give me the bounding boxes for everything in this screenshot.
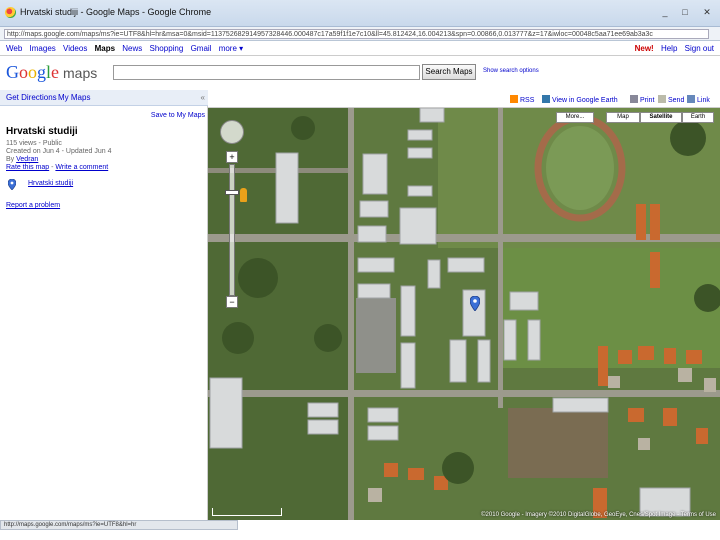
tab-my-maps[interactable]: My Maps	[58, 93, 90, 102]
google-maps-logo[interactable]: Google maps	[6, 62, 97, 83]
new-badge[interactable]: New!	[635, 44, 654, 53]
map-type-map-button[interactable]: Map	[606, 112, 640, 123]
status-bar: http://maps.google.com/maps/ms?ie=UTF8&h…	[0, 520, 238, 530]
map-type-earth-button[interactable]: Earth	[682, 112, 714, 123]
maps-favicon-icon	[5, 7, 16, 18]
sign-out-link[interactable]: Sign out	[685, 44, 714, 53]
search-input[interactable]	[113, 65, 420, 80]
collapse-panel-icon[interactable]: «	[201, 93, 205, 102]
view-count: 115 views - Public	[6, 140, 62, 147]
printer-icon	[630, 95, 638, 103]
chain-link-icon	[687, 95, 695, 103]
gbar-link-web[interactable]: Web	[6, 44, 22, 53]
maps-header: Google maps Search Maps Show search optio…	[0, 56, 720, 90]
rate-comment-line: Rate this map - Write a comment	[6, 164, 108, 171]
map-copyright[interactable]: ©2010 Google - Imagery ©2010 DigitalGlob…	[481, 512, 716, 518]
map-type-satellite-button[interactable]: Satellite	[640, 112, 682, 123]
earth-icon	[542, 95, 550, 103]
rss-label: RSS	[520, 97, 535, 104]
pegman-icon[interactable]	[240, 188, 247, 202]
satellite-imagery	[208, 108, 720, 520]
gbar-right: New! Help Sign out	[630, 44, 714, 53]
zoom-in-button[interactable]: +	[226, 151, 238, 163]
google-bar: Web Images Videos Maps News Shopping Gma…	[0, 42, 720, 56]
author-line: By Vedran	[6, 156, 38, 163]
search-maps-button[interactable]: Search Maps	[422, 64, 476, 80]
place-link[interactable]: Hrvatski studiji	[28, 180, 73, 187]
view-in-earth-link[interactable]: View in Google Earth	[542, 95, 618, 104]
author-prefix: By	[6, 156, 15, 163]
print-label: Print	[640, 97, 655, 104]
logo-suffix: maps	[63, 65, 98, 81]
window-title: Hrvatski studiji - Google Maps - Google …	[20, 7, 212, 17]
gbar-link-shopping[interactable]: Shopping	[150, 44, 184, 53]
write-comment-link[interactable]: Write a comment	[55, 164, 108, 171]
left-panel: Get Directions My Maps « Save to My Maps…	[0, 90, 208, 520]
map-type-more-button[interactable]: More...	[556, 112, 594, 123]
map-marker-icon[interactable]	[470, 296, 480, 311]
zoom-slider[interactable]	[229, 164, 235, 296]
maximize-button[interactable]: □	[678, 6, 692, 18]
close-button[interactable]: ✕	[700, 6, 714, 18]
send-link[interactable]: Send	[658, 95, 684, 104]
author-link[interactable]: Vedran	[16, 156, 38, 163]
gbar-link-maps[interactable]: Maps	[95, 44, 115, 53]
send-label: Send	[668, 97, 685, 104]
map-toolbar: RSS View in Google Earth Print Send Link	[208, 90, 720, 108]
tab-get-directions[interactable]: Get Directions	[6, 93, 57, 102]
rss-link[interactable]: RSS	[510, 95, 534, 104]
created-date: Created on Jun 4 - Updated Jun 4	[6, 148, 112, 155]
gbar-link-more[interactable]: more ▾	[219, 44, 243, 53]
gbar-link-videos[interactable]: Videos	[63, 44, 87, 53]
browser-title-bar: Hrvatski studiji - Google Maps - Google …	[0, 0, 720, 27]
gbar-link-gmail[interactable]: Gmail	[191, 44, 212, 53]
panel-tabs: Get Directions My Maps «	[0, 90, 208, 106]
gbar-links: Web Images Videos Maps News Shopping Gma…	[6, 44, 248, 53]
satellite-map[interactable]: More... Map Satellite Earth + − ©2010 Go…	[208, 108, 720, 520]
logo-letter: o	[28, 62, 37, 82]
url-field[interactable]: http://maps.google.com/maps/ms?ie=UTF8&h…	[4, 29, 709, 39]
logo-letter: e	[51, 62, 60, 82]
address-bar: http://maps.google.com/maps/ms?ie=UTF8&h…	[0, 27, 720, 41]
logo-letter: o	[19, 62, 28, 82]
gbar-link-images[interactable]: Images	[30, 44, 56, 53]
save-to-my-maps-link[interactable]: Save to My Maps	[151, 112, 205, 119]
print-link[interactable]: Print	[630, 95, 654, 104]
report-problem-link[interactable]: Report a problem	[6, 202, 60, 209]
link-label: Link	[697, 97, 710, 104]
rate-map-link[interactable]: Rate this map	[6, 164, 49, 171]
blue-marker-icon	[8, 179, 16, 190]
rss-icon	[510, 95, 518, 103]
pan-control-icon[interactable]	[220, 120, 244, 144]
logo-letter: g	[37, 62, 46, 82]
zoom-out-button[interactable]: −	[226, 296, 238, 308]
logo-letter: G	[6, 62, 19, 82]
map-scale-bar	[212, 508, 282, 516]
help-link[interactable]: Help	[661, 44, 677, 53]
view-in-earth-label: View in Google Earth	[552, 97, 618, 104]
zoom-slider-thumb[interactable]	[225, 190, 239, 195]
gbar-link-news[interactable]: News	[122, 44, 142, 53]
envelope-icon	[658, 95, 666, 103]
minimize-button[interactable]: _	[658, 6, 672, 18]
search-options-link[interactable]: Show search options	[483, 68, 539, 74]
link-link[interactable]: Link	[687, 95, 710, 104]
map-title: Hrvatski studiji	[6, 126, 78, 137]
